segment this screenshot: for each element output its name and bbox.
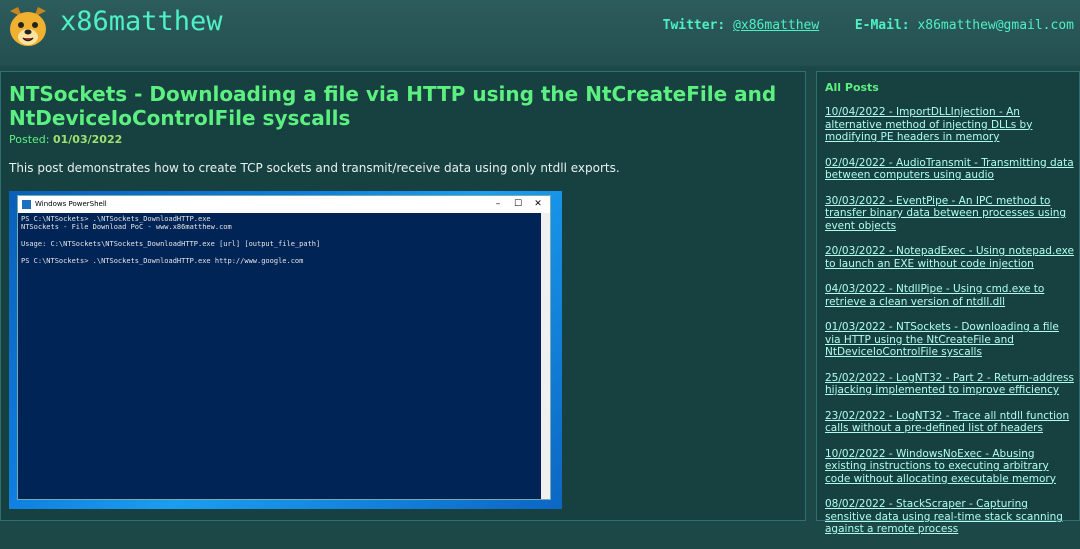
post-link[interactable]: 02/04/2022 - AudioTransmit - Transmittin… [825, 157, 1075, 182]
console-scrollbar [541, 213, 550, 499]
window-controls: – ☐ ✕ [488, 196, 548, 213]
console-line: Usage: C:\NTSockets\NTSockets_DownloadHT… [21, 240, 321, 249]
powershell-console: PS C:\NTSockets> .\NTSockets_DownloadHTT… [18, 213, 550, 267]
post-link[interactable]: 30/03/2022 - EventPipe - An IPC method t… [825, 195, 1075, 233]
site-title[interactable]: x86matthew [60, 6, 223, 37]
console-line: PS C:\NTSockets> .\NTSockets_DownloadHTT… [21, 256, 304, 265]
all-posts-heading: All Posts [825, 81, 879, 94]
post-link[interactable]: 25/02/2022 - LogNT32 - Part 2 - Return-a… [825, 372, 1075, 397]
powershell-titlebar: Windows PowerShell – ☐ ✕ [18, 196, 550, 213]
maximize-icon: ☐ [513, 199, 523, 209]
post-link[interactable]: 08/02/2022 - StackScraper - Capturing se… [825, 498, 1075, 536]
post-intro: This post demonstrates how to create TCP… [9, 161, 620, 175]
close-icon: ✕ [534, 199, 542, 209]
post-link[interactable]: 10/02/2022 - WindowsNoExec - Abusing exi… [825, 448, 1075, 486]
site-header: x86matthew Twitter: @x86matthew E-Mail: … [0, 0, 1080, 66]
powershell-screenshot: Windows PowerShell – ☐ ✕ PS C:\NTSockets> … [9, 191, 562, 509]
post-link[interactable]: 04/03/2022 - NtdllPipe - Using cmd.exe t… [825, 283, 1075, 308]
powershell-window-title: Windows PowerShell [35, 200, 107, 208]
post-link[interactable]: 20/03/2022 - NotepadExec - Using notepad… [825, 245, 1075, 270]
twitter-label: Twitter: [662, 18, 726, 33]
post-link[interactable]: 01/03/2022 - NTSockets - Downloading a f… [825, 321, 1075, 359]
posted-label: Posted: [9, 133, 50, 146]
post-list: 10/04/2022 - ImportDLLInjection - An alt… [825, 106, 1075, 549]
email-address: x86matthew@gmail.com [917, 18, 1074, 33]
post-link[interactable]: 23/02/2022 - LogNT32 - Trace all ntdll f… [825, 410, 1075, 435]
powershell-window: Windows PowerShell – ☐ ✕ PS C:\NTSockets> … [17, 195, 551, 500]
twitter-link[interactable]: @x86matthew [733, 18, 819, 33]
contact-info: Twitter: @x86matthew E-Mail: x86matthew@… [663, 18, 1074, 33]
console-line: NTSockets - File Download PoC - www.x86m… [21, 223, 232, 232]
post-date: Posted: 01/03/2022 [9, 133, 122, 146]
dog-logo-icon[interactable] [4, 5, 52, 49]
email-label: E-Mail: [854, 18, 910, 33]
minimize-icon: – [495, 199, 501, 209]
post-title: NTSockets - Downloading a file via HTTP … [9, 82, 777, 130]
powershell-icon [22, 200, 31, 209]
post-content: NTSockets - Downloading a file via HTTP … [0, 71, 806, 521]
console-line: PS C:\NTSockets> .\NTSockets_DownloadHTT… [21, 215, 211, 223]
all-posts-sidebar: All Posts 10/04/2022 - ImportDLLInjectio… [816, 71, 1080, 535]
posted-date-value: 01/03/2022 [52, 133, 123, 146]
post-link[interactable]: 10/04/2022 - ImportDLLInjection - An alt… [825, 106, 1075, 144]
